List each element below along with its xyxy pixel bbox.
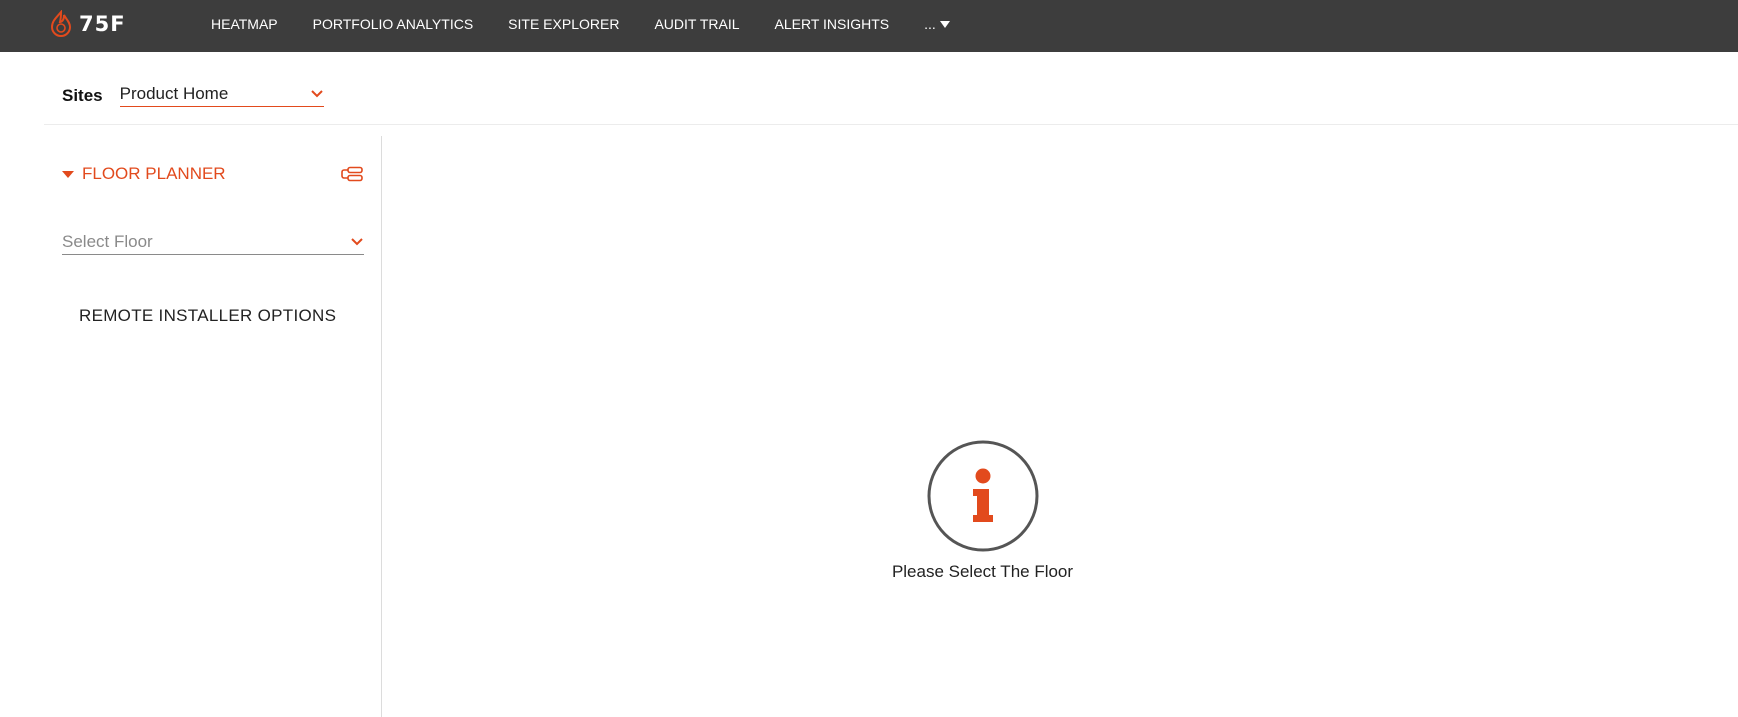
nav-portfolio-analytics[interactable]: PORTFOLIO ANALYTICS: [313, 16, 474, 32]
floor-select-placeholder: Select Floor: [62, 232, 153, 251]
sites-dropdown[interactable]: Product Home: [119, 84, 324, 107]
floor-planner-toggle[interactable]: FLOOR PLANNER: [62, 164, 226, 184]
sites-selector-row: Sites Product Home: [62, 84, 324, 107]
collapse-list-icon[interactable]: [340, 166, 364, 182]
info-icon: [927, 440, 1038, 552]
floor-dropdown[interactable]: Select Floor: [62, 232, 364, 255]
nav-heatmap[interactable]: HEATMAP: [211, 16, 278, 32]
caret-down-icon: [62, 170, 74, 178]
top-navigation-bar: 75F HEATMAP PORTFOLIO ANALYTICS SITE EXP…: [0, 0, 1738, 52]
floor-planner-title: FLOOR PLANNER: [82, 164, 226, 183]
nav-site-explorer[interactable]: SITE EXPLORER: [508, 16, 619, 32]
nav-more-menu[interactable]: ...: [924, 16, 950, 32]
logo-text: 75F: [79, 12, 126, 36]
nav-audit-trail[interactable]: AUDIT TRAIL: [654, 16, 739, 32]
remote-installer-options-button[interactable]: REMOTE INSTALLER OPTIONS: [79, 306, 336, 326]
floor-planner-sidebar: FLOOR PLANNER Select Floor REMOTE INSTAL…: [44, 136, 382, 717]
header-divider: [44, 124, 1738, 125]
nav-alert-insights[interactable]: ALERT INSIGHTS: [775, 16, 890, 32]
main-nav: HEATMAP PORTFOLIO ANALYTICS SITE EXPLORE…: [211, 0, 950, 48]
empty-state-message: Please Select The Floor: [891, 562, 1074, 581]
nav-more-label: ...: [924, 16, 936, 32]
brand-logo[interactable]: 75F: [48, 10, 126, 38]
logo-flame-icon: [50, 10, 72, 37]
caret-down-icon: [939, 20, 950, 28]
chevron-down-icon: [310, 90, 323, 98]
sites-label: Sites: [62, 85, 103, 105]
sites-selected-value: Product Home: [119, 84, 229, 103]
chevron-down-icon: [351, 238, 363, 246]
empty-state: Please Select The Floor: [880, 440, 1085, 582]
